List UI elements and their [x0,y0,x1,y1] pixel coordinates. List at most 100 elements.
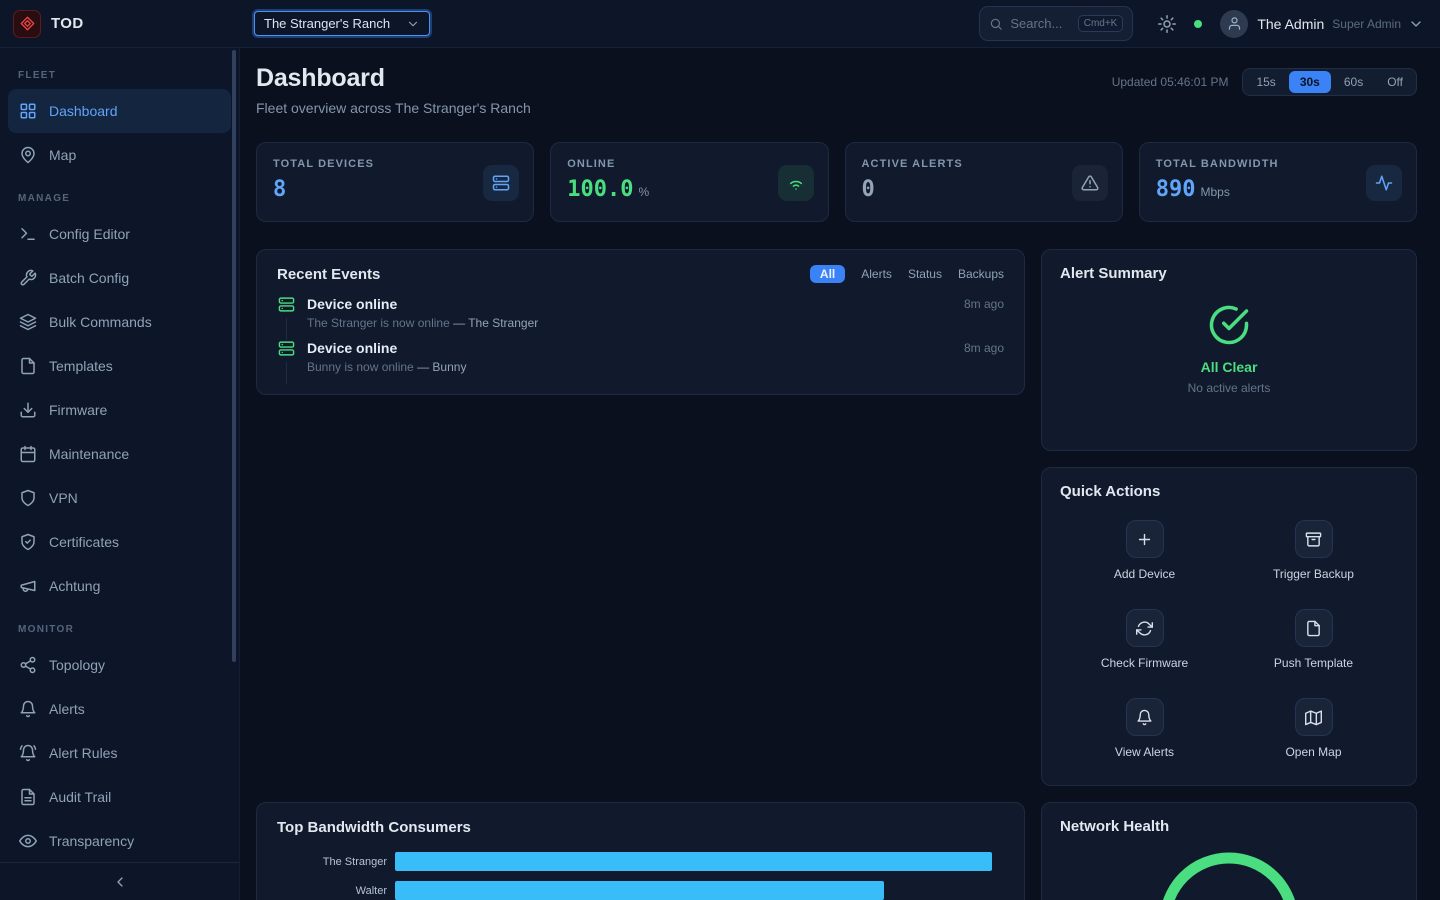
sidebar-item-dashboard[interactable]: Dashboard [8,89,231,133]
refresh-option-off[interactable]: Off [1376,71,1414,93]
updated-timestamp: Updated 05:46:01 PM [1112,75,1229,89]
sidebar-item-vpn[interactable]: VPN [8,476,231,520]
shield-check-icon [19,533,37,551]
user-role: Super Admin [1332,17,1401,31]
quick-action-push-template[interactable]: Push Template [1229,609,1398,670]
stat-label: ONLINE [567,158,811,170]
main-content: Dashboard Fleet overview across The Stra… [240,48,1440,900]
sidebar-collapse-button[interactable] [0,862,239,900]
quick-action-trigger-backup[interactable]: Trigger Backup [1229,520,1398,581]
bandwidth-bar [395,852,992,871]
quick-action-label: Open Map [1285,745,1341,759]
bandwidth-device-label: The Stranger [277,856,395,868]
sidebar-item-alert-rules[interactable]: Alert Rules [8,731,231,775]
sidebar-item-label: Batch Config [49,270,129,286]
events-filter-status[interactable]: Status [908,267,942,281]
network-health-card: Network Health [1041,802,1417,900]
refresh-option-15s[interactable]: 15s [1245,71,1286,93]
quick-action-view-alerts[interactable]: View Alerts [1060,698,1229,759]
sidebar-item-config-editor[interactable]: Config Editor [8,212,231,256]
brand: TOD [0,10,240,38]
sidebar-item-label: Bulk Commands [49,314,152,330]
quick-action-add-device[interactable]: Add Device [1060,520,1229,581]
event-time: 8m ago [964,297,1004,311]
sidebar-item-label: Dashboard [49,103,118,119]
bandwidth-chart: The Stranger Walter [277,852,1004,900]
quick-action-open-map[interactable]: Open Map [1229,698,1398,759]
sidebar-scrollbar[interactable] [232,50,236,662]
megaphone-icon [19,577,37,595]
events-list: Device online 8m ago The Stranger is now o… [277,296,1004,384]
avatar[interactable] [1220,10,1248,38]
file-icon [1295,609,1333,647]
quick-actions-title: Quick Actions [1060,483,1398,500]
bandwidth-device-label: Walter [277,885,395,897]
sidebar-item-achtung[interactable]: Achtung [8,564,231,608]
sidebar-item-label: VPN [49,490,78,506]
alert-detail-text: No active alerts [1060,381,1398,395]
sidebar-item-certificates[interactable]: Certificates [8,520,231,564]
sidebar-item-topology[interactable]: Topology [8,643,231,687]
event-row[interactable]: Device online8m agoBunny is now online —… [277,340,1004,384]
events-filter-all[interactable]: All [810,265,845,283]
stat-card-online: ONLINE100.0% [550,142,828,222]
sidebar-item-label: Achtung [49,578,100,594]
sidebar-item-label: Alerts [49,701,85,717]
sidebar-item-label: Audit Trail [49,789,111,805]
sidebar-item-audit-trail[interactable]: Audit Trail [8,775,231,819]
nav-section-manage: MANAGE [8,177,231,212]
fleet-selector[interactable]: The Stranger's Ranch [254,11,430,36]
stat-value: 890Mbps [1156,177,1400,202]
event-description: The Stranger is now online — The Strange… [307,316,1004,330]
terminal-icon [19,225,37,243]
event-title: Device online [307,340,397,356]
events-filter-backups[interactable]: Backups [958,267,1004,281]
search-input[interactable]: Search... Cmd+K [979,6,1133,41]
map-pin-icon [19,146,37,164]
user-name: The Admin [1257,16,1324,32]
sidebar-item-alerts[interactable]: Alerts [8,687,231,731]
chevron-down-icon [406,17,420,31]
fleet-selector-value: The Stranger's Ranch [264,16,390,31]
stat-label: TOTAL BANDWIDTH [1156,158,1400,170]
event-row[interactable]: Device online8m agoThe Stranger is now o… [277,296,1004,340]
quick-action-check-firmware[interactable]: Check Firmware [1060,609,1229,670]
quick-action-label: Check Firmware [1101,656,1188,670]
topbar-right: Search... Cmd+K The Admin Super Admin [979,6,1440,41]
sidebar-item-templates[interactable]: Templates [8,344,231,388]
stat-label: TOTAL DEVICES [273,158,517,170]
alert-status-text: All Clear [1060,359,1398,375]
refresh-option-30s[interactable]: 30s [1289,71,1331,93]
chevron-left-icon [112,874,128,890]
sidebar-item-batch-config[interactable]: Batch Config [8,256,231,300]
user-menu-chevron-icon[interactable] [1408,16,1424,32]
alert-triangle-icon [1072,165,1108,201]
sidebar-item-bulk-commands[interactable]: Bulk Commands [8,300,231,344]
page-header: Dashboard Fleet overview across The Stra… [256,64,1417,116]
calendar-icon [19,445,37,463]
stat-card-total-devices: TOTAL DEVICES8 [256,142,534,222]
archive-icon [1295,520,1333,558]
file-icon [19,357,37,375]
refresh-option-60s[interactable]: 60s [1333,71,1374,93]
timeline-line [286,318,287,340]
sidebar-item-label: Maintenance [49,446,129,462]
sidebar-item-map[interactable]: Map [8,133,231,177]
sidebar-item-maintenance[interactable]: Maintenance [8,432,231,476]
quick-action-label: Push Template [1274,656,1353,670]
bell-icon [1126,698,1164,736]
sidebar-item-label: Transparency [49,833,134,849]
sidebar-item-firmware[interactable]: Firmware [8,388,231,432]
plus-icon [1126,520,1164,558]
sidebar-item-label: Templates [49,358,113,374]
theme-toggle-sun-icon[interactable] [1158,15,1176,33]
shield-icon [19,489,37,507]
sidebar-item-transparency[interactable]: Transparency [8,819,231,862]
grid-icon [19,102,37,120]
events-filter-alerts[interactable]: Alerts [861,267,892,281]
map-icon [1295,698,1333,736]
sidebar-item-label: Topology [49,657,105,673]
bandwidth-bar [395,881,884,900]
quick-action-label: Add Device [1114,567,1175,581]
event-time: 8m ago [964,341,1004,355]
